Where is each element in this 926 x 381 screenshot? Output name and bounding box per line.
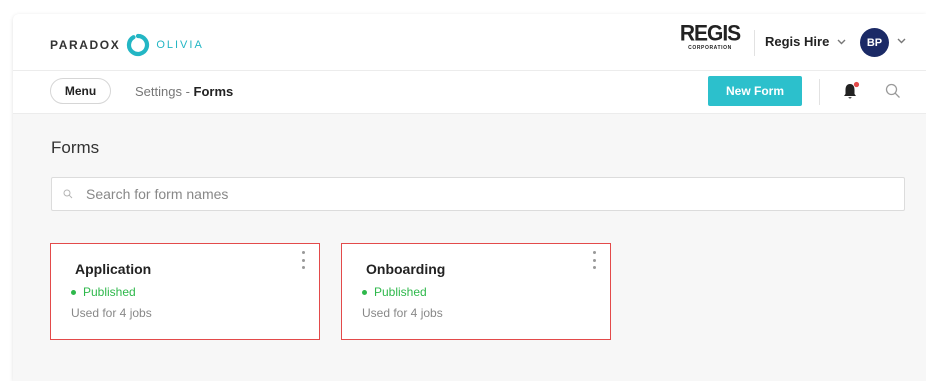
chevron-down-icon [837, 37, 846, 47]
brand-logo[interactable]: PARADOX OLIVIA [50, 33, 204, 57]
menu-button[interactable]: Menu [50, 78, 111, 104]
search-input[interactable] [86, 178, 886, 210]
form-search-field[interactable] [51, 177, 905, 211]
new-form-button-label: New Form [725, 84, 784, 98]
brand-name-olivia: OLIVIA [156, 39, 204, 51]
account-name: Regis Hire [765, 34, 830, 49]
sub-header: Menu Settings - Forms New Form [13, 71, 926, 114]
chevron-down-icon[interactable] [897, 36, 906, 46]
logo-icon [127, 33, 150, 57]
app-window: PARADOX OLIVIA REGIS CORPORATION Regis H… [13, 14, 926, 381]
menu-button-label: Menu [64, 84, 97, 98]
form-card-application[interactable]: Application Published Used for 4 jobs [50, 243, 320, 340]
brand-name-paradox: PARADOX [50, 38, 121, 52]
new-form-button[interactable]: New Form [708, 76, 802, 106]
form-card-usage: Used for 4 jobs [362, 306, 443, 320]
corporation-logo-word: REGIS [679, 21, 741, 46]
actions-divider [819, 79, 820, 105]
form-card-usage: Used for 4 jobs [71, 306, 152, 320]
avatar-initials: BP [866, 36, 883, 49]
form-card-title: Application [75, 261, 152, 277]
form-card-title: Onboarding [366, 261, 446, 277]
breadcrumb-separator: - [181, 84, 194, 99]
breadcrumb-current: Forms [193, 84, 234, 99]
search-icon[interactable] [885, 83, 901, 99]
account-switcher[interactable]: Regis Hire [765, 34, 846, 49]
header-divider [754, 30, 755, 56]
kebab-menu-icon[interactable] [592, 251, 596, 269]
bell-icon[interactable] [842, 81, 860, 101]
status-label: Published [83, 285, 136, 299]
form-card-onboarding[interactable]: Onboarding Published Used for 4 jobs [341, 243, 611, 340]
kebab-menu-icon[interactable] [301, 251, 305, 269]
corporation-logo: REGIS CORPORATION [678, 21, 742, 51]
search-icon [63, 189, 73, 199]
status-dot-icon [362, 289, 367, 295]
top-header: PARADOX OLIVIA REGIS CORPORATION Regis H… [13, 14, 926, 71]
breadcrumb: Settings - Forms [135, 84, 233, 99]
status-dot-icon [71, 289, 76, 295]
page-title: Forms [51, 138, 100, 157]
breadcrumb-parent[interactable]: Settings [135, 84, 182, 99]
status-label: Published [374, 285, 427, 299]
corporation-logo-sub: CORPORATION [688, 45, 732, 51]
status-badge: Published [71, 285, 136, 299]
avatar[interactable]: BP [860, 28, 889, 57]
status-badge: Published [362, 285, 427, 299]
